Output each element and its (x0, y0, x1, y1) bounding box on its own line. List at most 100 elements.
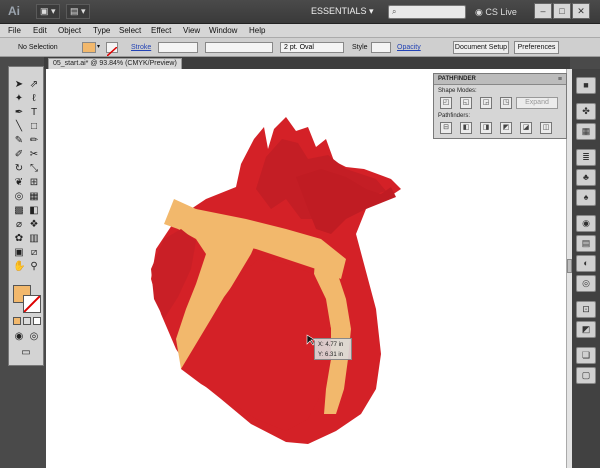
zoom-tool-icon[interactable]: ⚲ (28, 261, 40, 273)
graphic-style-picker[interactable] (371, 42, 391, 53)
swatches-panel-icon[interactable]: ▦ (576, 123, 596, 140)
cursor-y: Y: 6.31 in (318, 352, 344, 358)
artboard-tool-icon[interactable]: ▣ (13, 247, 25, 259)
arrange-documents-button[interactable]: ▤ ▾ (66, 4, 90, 19)
artboards-panel-icon[interactable]: ▢ (576, 367, 596, 384)
blob-brush-tool-icon[interactable]: ✐ (13, 149, 25, 161)
stroke-link[interactable]: Stroke (131, 38, 151, 57)
minimize-button[interactable]: – (534, 3, 552, 19)
expand-button[interactable]: Expand (516, 97, 558, 109)
gradient-tool-icon[interactable]: ◧ (28, 205, 40, 217)
workspace-label: ESSENTIALS (311, 6, 367, 16)
menu-effect[interactable]: Effect (151, 24, 171, 38)
pathfinders-label: Pathfinders: (438, 113, 471, 119)
color-mode-icon[interactable] (13, 317, 21, 325)
workspace-switcher[interactable]: ESSENTIALS ▾ (311, 4, 374, 19)
illustrator-logo: Ai (8, 4, 20, 18)
exclude-icon[interactable]: ◳ (500, 97, 512, 109)
brush-definition-select[interactable]: 2 pt. Oval (280, 42, 344, 53)
rectangle-tool-icon[interactable]: □ (28, 121, 40, 133)
pathfinder-dock-icon[interactable]: ◩ (576, 321, 596, 338)
screen-mode-icon[interactable]: ▭ (17, 347, 35, 359)
cs-live-button[interactable]: ◉ CS Live (475, 5, 517, 19)
outline-icon[interactable]: ◪ (520, 122, 532, 134)
pen-tool-icon[interactable]: ✒ (13, 107, 25, 119)
trim-icon[interactable]: ◧ (460, 122, 472, 134)
symbols-panel-icon[interactable]: ♣ (576, 169, 596, 186)
stroke-weight-field[interactable] (158, 42, 198, 53)
mesh-tool-icon[interactable]: ▩ (13, 205, 25, 217)
scale-tool-icon[interactable]: ⤡ (28, 163, 40, 175)
stroke-swatch[interactable] (23, 295, 41, 313)
unite-icon[interactable]: ◰ (440, 97, 452, 109)
line-tool-icon[interactable]: ╲ (13, 121, 25, 133)
eyedropper-tool-icon[interactable]: ⌀ (13, 219, 25, 231)
fill-dropdown-icon[interactable]: ▾ (97, 38, 100, 57)
search-input[interactable]: ⌕ (388, 5, 466, 19)
intersect-icon[interactable]: ◲ (480, 97, 492, 109)
fill-color-swatch[interactable] (82, 42, 96, 53)
document-tab[interactable]: 05_start.ai* @ 93.84% (CMYK/Preview) (48, 58, 182, 69)
transparency-panel-icon[interactable]: ◐ (576, 255, 596, 272)
symbol-sprayer-tool-icon[interactable]: ✿ (13, 233, 25, 245)
pencil-tool-icon[interactable]: ✏ (28, 135, 40, 147)
free-transform-tool-icon[interactable]: ⊞ (28, 177, 40, 189)
tools-panel: ➤ ⇗ ✦ ℓ ✒ T ╲ □ ✎ ✏ ✐ ✂ ↻ ⤡ ❦ ⊞ ◎ ▦ ▩ ◧ … (8, 66, 44, 366)
rotate-tool-icon[interactable]: ↻ (13, 163, 25, 175)
warp-tool-icon[interactable]: ❦ (13, 177, 25, 189)
type-tool-icon[interactable]: T (28, 107, 40, 119)
slice-tool-icon[interactable]: ⧄ (28, 247, 40, 259)
shape-builder-tool-icon[interactable]: ◎ (13, 191, 25, 203)
graphic-styles-icon[interactable]: ♠ (576, 189, 596, 206)
opacity-link[interactable]: Opacity (397, 38, 421, 57)
selection-tool-icon[interactable]: ➤ (13, 79, 25, 91)
draw-behind-icon[interactable]: ◎ (28, 331, 40, 343)
document-setup-button[interactable]: Document Setup (453, 41, 509, 54)
brushes-panel-icon[interactable]: ≣ (576, 149, 596, 166)
hand-tool-icon[interactable]: ✋ (13, 261, 25, 273)
menu-select[interactable]: Select (119, 24, 141, 38)
stroke-panel-icon[interactable]: ◉ (576, 215, 596, 232)
align-panel-icon[interactable]: ⊡ (576, 301, 596, 318)
bridge-button[interactable]: ▣ ▾ (36, 4, 60, 19)
crop-icon[interactable]: ◩ (500, 122, 512, 134)
perspective-grid-tool-icon[interactable]: ▦ (28, 191, 40, 203)
color-guide-icon[interactable]: ✤ (576, 103, 596, 120)
cs-live-label: CS Live (485, 7, 517, 17)
cs-live-icon: ◉ (475, 7, 483, 17)
stroke-color-swatch[interactable] (106, 42, 118, 57)
menu-view[interactable]: View (183, 24, 200, 38)
gradient-mode-icon[interactable] (23, 317, 31, 325)
variable-width-profile[interactable] (205, 42, 273, 53)
gradient-panel-icon[interactable]: ▤ (576, 235, 596, 252)
menu-window[interactable]: Window (209, 24, 237, 38)
column-graph-tool-icon[interactable]: ▥ (28, 233, 40, 245)
no-stroke-icon (106, 46, 118, 57)
menu-type[interactable]: Type (93, 24, 110, 38)
magic-wand-tool-icon[interactable]: ✦ (13, 93, 25, 105)
layers-panel-icon[interactable]: ❏ (576, 347, 596, 364)
lasso-tool-icon[interactable]: ℓ (28, 93, 40, 105)
menu-edit[interactable]: Edit (33, 24, 47, 38)
merge-icon[interactable]: ◨ (480, 122, 492, 134)
draw-normal-icon[interactable]: ◉ (13, 331, 25, 343)
appearance-panel-icon[interactable]: ◎ (576, 275, 596, 292)
minus-front-icon[interactable]: ◱ (460, 97, 472, 109)
maximize-button[interactable]: □ (553, 3, 571, 19)
divide-icon[interactable]: ⊟ (440, 122, 452, 134)
pathfinder-header[interactable]: PATHFINDER ≡ (434, 74, 566, 85)
blend-tool-icon[interactable]: ❖ (28, 219, 40, 231)
menu-bar: File Edit Object Type Select Effect View… (0, 24, 600, 38)
paintbrush-tool-icon[interactable]: ✎ (13, 135, 25, 147)
none-mode-icon[interactable] (33, 317, 41, 325)
color-panel-icon[interactable]: ■ (576, 77, 596, 94)
preferences-button[interactable]: Preferences (514, 41, 559, 54)
scissors-tool-icon[interactable]: ✂ (28, 149, 40, 161)
panel-menu-icon[interactable]: ≡ (558, 74, 562, 85)
minus-back-icon[interactable]: ◫ (540, 122, 552, 134)
close-button[interactable]: ✕ (572, 3, 590, 19)
menu-file[interactable]: File (8, 24, 21, 38)
menu-help[interactable]: Help (249, 24, 265, 38)
direct-selection-tool-icon[interactable]: ⇗ (28, 79, 40, 91)
menu-object[interactable]: Object (58, 24, 81, 38)
